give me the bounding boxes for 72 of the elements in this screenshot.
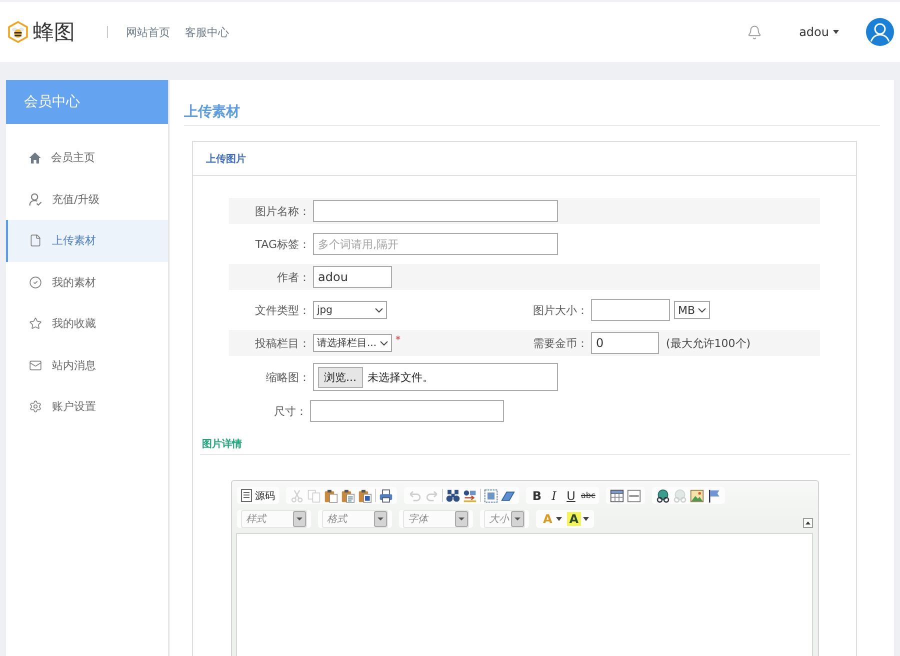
binoculars-icon[interactable] [446,488,460,502]
browse-button[interactable]: 浏览... [318,366,362,388]
select-field[interactable]: 请选择栏目... [313,334,392,352]
field-label: 图片名称： [255,204,310,218]
printer-icon[interactable] [379,488,393,502]
chevron-down-icon [375,308,383,312]
italic-button[interactable]: I [547,488,561,502]
sidebar-item[interactable]: 账户设置 [6,386,168,428]
card-title: 上传图片 [206,152,246,166]
star-icon [29,317,42,330]
field-label: 图片大小： [533,302,588,318]
sidebar-item[interactable]: 我的收藏 [6,303,168,344]
bell-icon[interactable] [747,24,762,40]
field-label: 投稿栏目： [255,336,310,350]
sidebar-title: 会员中心 [6,80,168,124]
underline-button[interactable]: U [564,488,578,502]
avatar-icon[interactable] [866,18,894,46]
user-menu-button[interactable]: adou [799,25,839,39]
section-title: 图片详情 [202,439,242,450]
mail-icon [29,358,42,372]
table-icon[interactable] [610,488,624,502]
find-replace-icon[interactable] [463,488,477,502]
text-field[interactable] [313,200,558,222]
field-label: 文件类型： [255,302,310,318]
sidebar-item[interactable]: 会员主页 [6,137,168,178]
sidebar-item[interactable]: 充值/升级 [6,178,168,220]
clipboard-lines-icon[interactable] [341,488,355,502]
required-mark: * [396,335,401,346]
collapse-icon[interactable] [803,518,813,528]
page-title: 上传素材 [184,104,240,120]
file-field[interactable]: 浏览... 未选择文件。 [313,363,558,391]
text-field[interactable] [591,299,670,321]
select-field[interactable]: MB [674,301,710,319]
text-field[interactable]: adou [313,266,392,288]
document-icon [29,234,42,248]
field-label: 缩略图： [266,370,310,384]
flag-icon[interactable] [707,488,722,502]
chevron-down-icon [698,308,706,312]
clipboard-page-icon[interactable] [358,488,372,502]
number-field[interactable]: 0 [591,332,659,354]
select-field[interactable]: jpg [313,301,387,319]
source-button[interactable]: 源码 [241,488,275,502]
text-field[interactable]: 多个词请用,隔开 [313,233,558,255]
caret-icon [833,30,839,34]
strikethrough-button[interactable]: abc [581,488,596,502]
hint-text: (最大允许100个) [666,336,751,350]
image-icon[interactable] [690,488,704,502]
field-label: 作者： [277,270,310,284]
sidebar-item[interactable]: 我的素材 [6,262,168,303]
settings-icon [29,400,42,414]
caret-icon [582,517,589,521]
sidebar-item[interactable]: 站内消息 [6,344,168,386]
field-label: 尺寸： [274,404,307,418]
field-label: 需要金币： [533,336,588,350]
select-all-icon[interactable] [484,488,498,502]
text-field[interactable] [310,400,504,422]
link-icon[interactable] [656,488,670,502]
bold-button[interactable]: B [530,488,544,502]
chevron-down-icon [380,340,388,346]
clipboard-icon[interactable] [324,488,338,502]
field-label: TAG标签： [255,236,310,252]
home-icon [29,152,41,164]
eraser-icon[interactable] [501,488,515,502]
bee-logo-icon [8,21,28,43]
sidebar-item[interactable]: 上传素材 [6,220,168,262]
nav-link[interactable]: 客服中心 [185,24,229,40]
check-circle-icon [29,276,42,289]
user-check-icon [29,192,42,206]
file-status-text: 未选择文件。 [368,370,434,384]
caret-icon [556,517,562,521]
logo-text[interactable]: 蜂图 [33,22,75,42]
nav-link[interactable]: 网站首页 [126,24,170,40]
